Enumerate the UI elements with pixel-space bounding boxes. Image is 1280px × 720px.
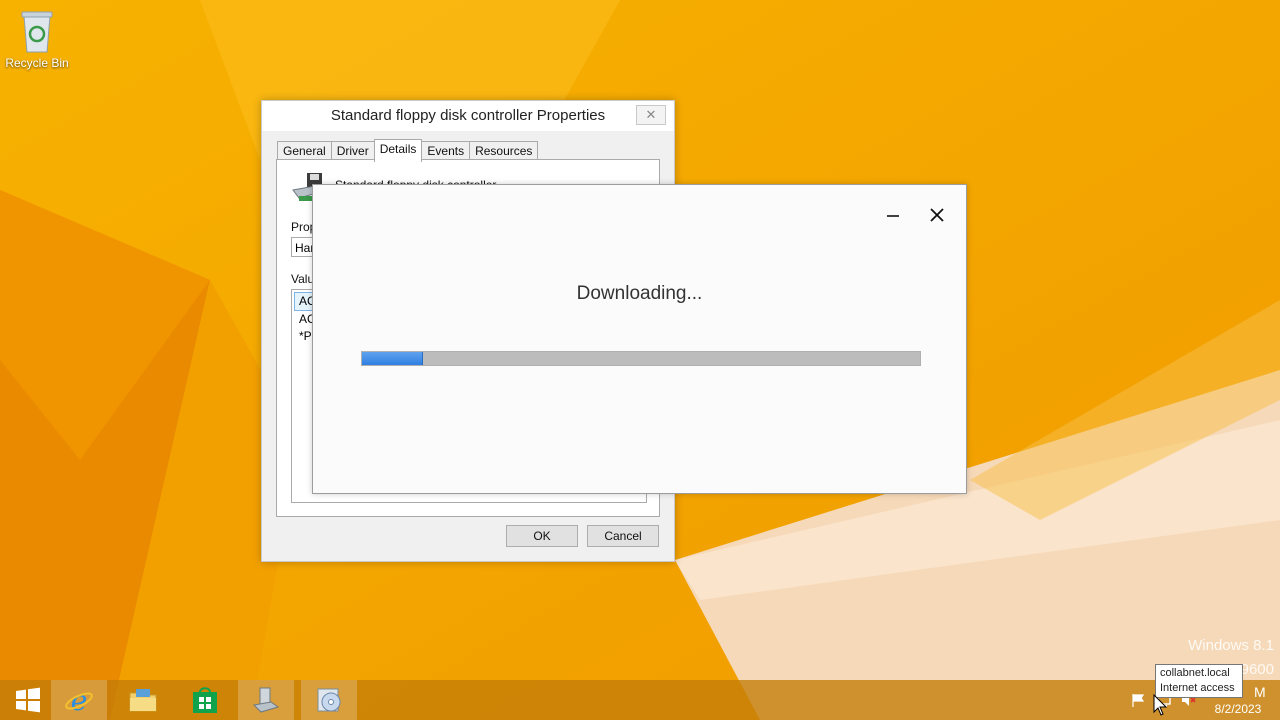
taskbar-device-manager[interactable] <box>238 680 294 720</box>
taskbar-file-explorer[interactable] <box>115 680 171 720</box>
properties-dialog-title: Standard floppy disk controller Properti… <box>262 101 674 131</box>
tooltip-network-status: Internet access <box>1160 682 1235 694</box>
value-label: Valu <box>291 272 315 286</box>
build-number-watermark: 9600 <box>1240 661 1274 678</box>
windows-version-watermark: Windows 8.1 <box>1188 637 1274 654</box>
taskbar-store[interactable] <box>177 680 233 720</box>
recycle-bin-icon <box>21 11 53 53</box>
taskbar-setup[interactable] <box>301 680 357 720</box>
taskbar-internet-explorer[interactable]: e <box>51 680 107 720</box>
close-icon <box>930 208 944 222</box>
ok-button[interactable]: OK <box>506 525 578 547</box>
clock-time: M <box>1254 684 1266 700</box>
internet-explorer-icon: e <box>65 685 93 715</box>
download-progress-fill <box>362 352 423 365</box>
close-icon: ✕ <box>645 107 657 122</box>
start-button[interactable] <box>0 680 56 720</box>
recycle-bin-label: Recycle Bin <box>5 56 69 70</box>
cancel-button[interactable]: Cancel <box>587 525 659 547</box>
action-center-flag-icon[interactable] <box>1130 692 1146 708</box>
windows-logo-icon <box>16 687 40 713</box>
svg-text:e: e <box>71 685 88 715</box>
computer-tools-icon <box>252 687 280 713</box>
tooltip-network-name: collabnet.local <box>1160 667 1230 679</box>
download-dialog: Downloading... <box>312 184 967 494</box>
store-icon <box>193 687 217 713</box>
properties-tabs: General Driver Details Events Resources <box>277 139 539 162</box>
download-close-button[interactable] <box>929 207 945 223</box>
taskbar: e <box>0 680 1280 720</box>
properties-close-button[interactable]: ✕ <box>636 105 666 125</box>
download-progress-bar <box>361 351 921 366</box>
clock-date: 8/2/2023 <box>1214 702 1262 716</box>
download-status-text: Downloading... <box>576 283 703 304</box>
tab-details[interactable]: Details <box>373 139 423 162</box>
mouse-cursor-icon <box>1153 694 1167 716</box>
disc-setup-icon <box>317 688 341 712</box>
folder-icon <box>129 689 157 712</box>
recycle-bin-shortcut[interactable]: Recycle Bin <box>4 6 70 70</box>
network-tooltip: collabnet.local Internet access <box>1155 664 1243 698</box>
minimize-button[interactable] <box>885 207 901 223</box>
